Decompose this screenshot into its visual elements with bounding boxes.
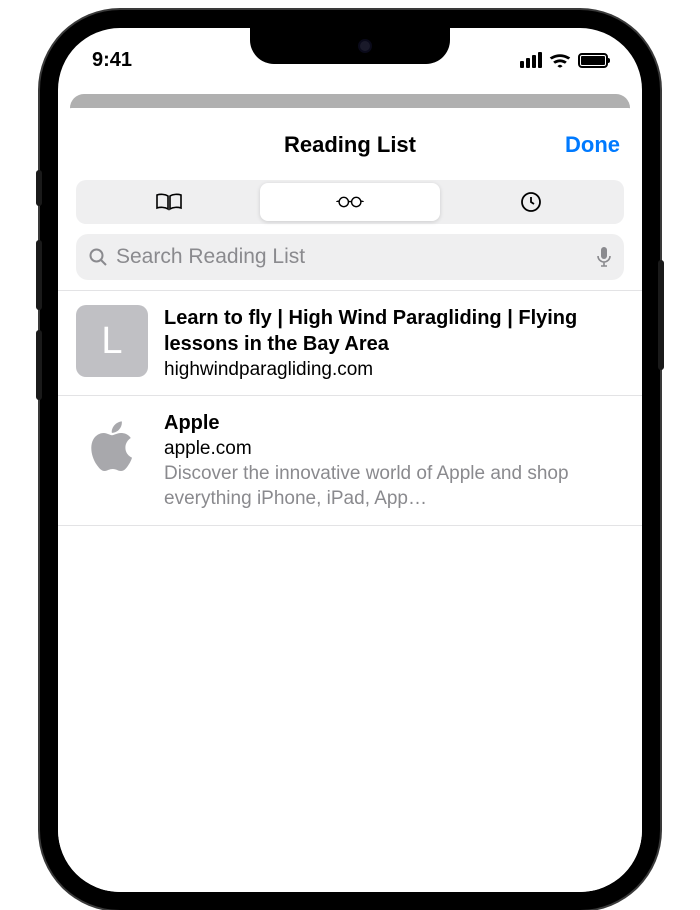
glasses-icon [336, 190, 364, 214]
status-time: 9:41 [92, 49, 132, 72]
volume-up-button [36, 240, 42, 310]
screen: 9:41 Reading List Done [58, 28, 642, 892]
search-placeholder: Search Reading List [116, 245, 588, 269]
battery-icon [578, 53, 608, 68]
item-title: Learn to fly | High Wind Paragliding | F… [164, 305, 624, 357]
iphone-frame: 9:41 Reading List Done [40, 10, 660, 910]
bookmarks-sheet: Reading List Done [58, 108, 642, 892]
notch [250, 28, 450, 64]
site-thumbnail: L [76, 305, 148, 377]
item-description: Discover the innovative world of Apple a… [164, 462, 624, 511]
search-icon [88, 247, 108, 267]
item-text: Apple apple.com Discover the innovative … [164, 410, 624, 511]
list-item[interactable]: Apple apple.com Discover the innovative … [58, 396, 642, 526]
thumbnail-initial: L [101, 320, 122, 363]
page-title: Reading List [284, 132, 416, 158]
item-title: Apple [164, 410, 624, 436]
sheet-header: Reading List Done [58, 120, 642, 170]
microphone-icon[interactable] [596, 246, 612, 268]
search-input[interactable]: Search Reading List [76, 234, 624, 280]
list-item[interactable]: L Learn to fly | High Wind Paragliding |… [58, 291, 642, 396]
book-icon [155, 190, 183, 214]
reading-list: L Learn to fly | High Wind Paragliding |… [58, 290, 642, 526]
wifi-icon [549, 52, 571, 68]
tab-segmented-control [76, 180, 624, 224]
front-camera [358, 39, 372, 53]
site-thumbnail [76, 410, 148, 482]
item-domain: apple.com [164, 438, 624, 460]
item-domain: highwindparagliding.com [164, 359, 624, 381]
status-icons [520, 52, 608, 68]
tab-reading-list[interactable] [260, 183, 441, 221]
power-button [658, 260, 664, 370]
item-text: Learn to fly | High Wind Paragliding | F… [164, 305, 624, 381]
apple-logo-icon [88, 418, 136, 474]
cellular-signal-icon [520, 52, 542, 68]
silence-switch [36, 170, 42, 206]
clock-icon [517, 190, 545, 214]
done-button[interactable]: Done [565, 132, 620, 158]
volume-down-button [36, 330, 42, 400]
tab-history[interactable] [440, 183, 621, 221]
tab-bookmarks[interactable] [79, 183, 260, 221]
